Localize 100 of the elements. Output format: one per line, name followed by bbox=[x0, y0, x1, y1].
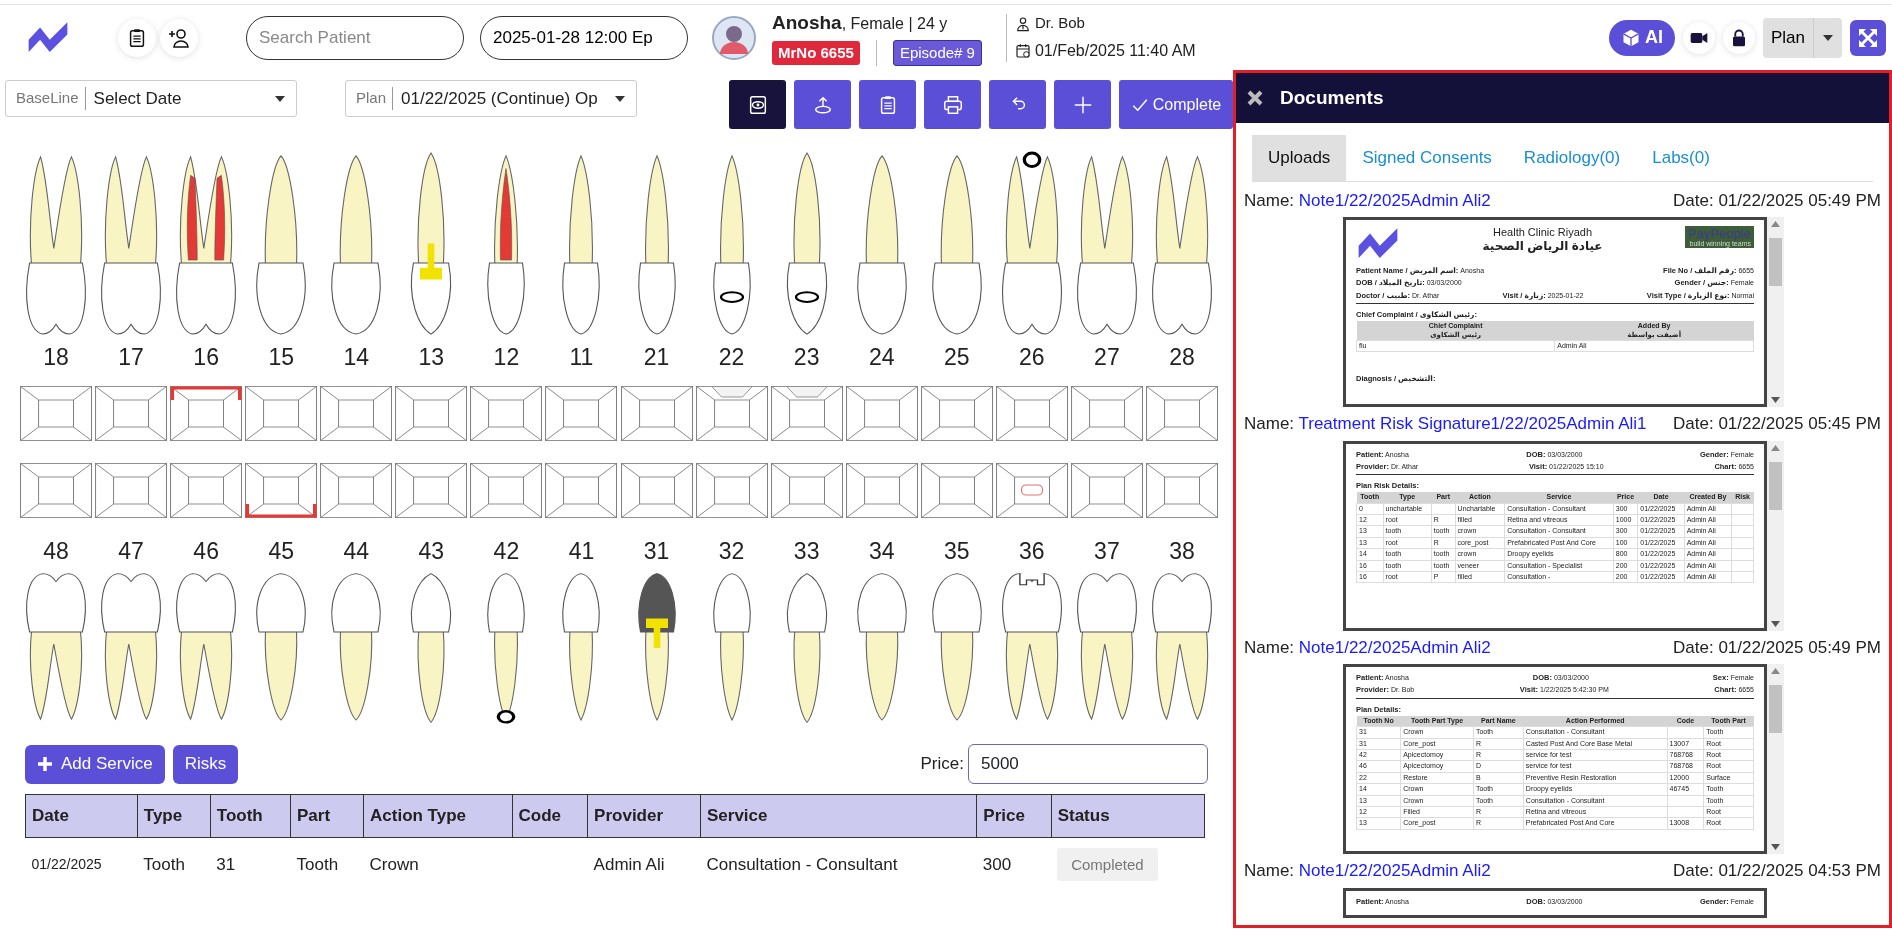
tooth-surface-diagram[interactable] bbox=[395, 463, 468, 518]
tooth-surface-diagram[interactable] bbox=[20, 463, 93, 518]
clinic-name: Health Clinic Riyadh bbox=[1492, 226, 1594, 240]
scrollbar[interactable] bbox=[1767, 440, 1784, 631]
tooth-surface-diagram[interactable] bbox=[170, 386, 243, 441]
tooth-number: 41 bbox=[567, 537, 596, 566]
risks-button[interactable]: Risks bbox=[172, 744, 239, 784]
tab[interactable]: Radiology(0) bbox=[1507, 135, 1637, 181]
scrollbar-thumb[interactable] bbox=[1769, 461, 1782, 510]
name-label: Name: bbox=[1244, 414, 1295, 433]
complete-button[interactable]: Complete bbox=[1119, 80, 1233, 129]
tooth-number: 33 bbox=[792, 537, 821, 566]
caret-icon bbox=[1822, 34, 1834, 43]
tooth-surface-diagram[interactable] bbox=[995, 463, 1068, 518]
clinic-name-arabic: عيادة الرياض الصحية bbox=[1482, 239, 1603, 254]
tooth-surface-diagram[interactable] bbox=[95, 386, 168, 441]
add-service-button[interactable]: Add Service bbox=[25, 744, 165, 784]
tooth-surface-diagram[interactable] bbox=[695, 463, 768, 518]
tooth-number: 28 bbox=[1168, 343, 1196, 372]
tooth-surface-diagram[interactable] bbox=[20, 386, 93, 441]
tab[interactable]: Signed Consents bbox=[1346, 135, 1508, 181]
tooth-surface-diagram[interactable] bbox=[470, 386, 543, 441]
patient-details: , Female | 24 y bbox=[841, 15, 948, 32]
panel-title: Documents bbox=[1280, 85, 1384, 110]
scroll-up-icon bbox=[1771, 444, 1780, 451]
name-label: Name: bbox=[1244, 190, 1295, 210]
tooth-surface-diagram[interactable] bbox=[545, 386, 618, 441]
tooth-surface-diagram[interactable] bbox=[245, 463, 318, 518]
tooth-number: 25 bbox=[943, 343, 971, 372]
upload-button[interactable] bbox=[794, 80, 851, 129]
visit-datetime: 01/Feb/2025 11:40 AM bbox=[1034, 40, 1196, 61]
document-date: Date: 01/22/2025 05:49 PM bbox=[1673, 636, 1881, 659]
eye-button[interactable] bbox=[729, 80, 786, 129]
tooth-surface-diagram[interactable] bbox=[695, 386, 768, 441]
tab[interactable]: Labs(0) bbox=[1636, 135, 1726, 181]
table-cell: Admin Ali bbox=[593, 854, 665, 874]
lock-icon[interactable] bbox=[1730, 28, 1747, 47]
doctor-icon bbox=[1014, 15, 1031, 32]
tooth-surface-diagram[interactable] bbox=[1070, 463, 1143, 518]
status-label: Completed bbox=[1057, 847, 1158, 881]
tooth-surface-diagram[interactable] bbox=[395, 386, 468, 441]
tooth-surface-diagram[interactable] bbox=[620, 463, 693, 518]
plus-icon bbox=[37, 756, 53, 772]
column-header: Date bbox=[25, 794, 138, 837]
episode-date-field[interactable]: 2025-01-28 12:00 Ep bbox=[480, 15, 688, 60]
scrollbar-thumb[interactable] bbox=[1769, 685, 1782, 733]
tooth-surface-diagram[interactable] bbox=[920, 463, 993, 518]
tooth-surface-diagram[interactable] bbox=[995, 386, 1068, 441]
date-select[interactable]: BaseLine Select Date bbox=[5, 80, 297, 117]
plan-button[interactable]: Plan bbox=[1762, 17, 1813, 58]
tooth-surface-diagram[interactable] bbox=[920, 386, 993, 441]
search-field[interactable]: Search Patient bbox=[246, 15, 464, 60]
tooth-surface-diagram[interactable] bbox=[845, 386, 918, 441]
tooth-surface-diagram[interactable] bbox=[1070, 386, 1143, 441]
document-link[interactable]: Note1/22/2025Admin Ali2 bbox=[1298, 861, 1491, 880]
tooth-surface-diagram[interactable] bbox=[545, 463, 618, 518]
document-link[interactable]: Note1/22/2025Admin Ali2 bbox=[1298, 637, 1491, 657]
column-header: Part bbox=[290, 794, 364, 837]
tooth-number: 22 bbox=[717, 343, 746, 372]
document-link[interactable]: Note1/22/2025Admin Ali2 bbox=[1298, 190, 1491, 210]
calendar-icon bbox=[1014, 42, 1031, 59]
tooth-number: 32 bbox=[717, 537, 746, 566]
ai-button[interactable]: AI bbox=[1608, 19, 1675, 56]
tooth-number: 31 bbox=[642, 537, 671, 566]
tooth-surface-diagram[interactable] bbox=[770, 386, 843, 441]
close-icon[interactable] bbox=[1246, 89, 1264, 107]
tooth-number: 36 bbox=[1018, 537, 1046, 566]
tooth-number: 42 bbox=[492, 537, 521, 566]
document-link[interactable]: Treatment Risk Signature1/22/2025Admin Ali1 bbox=[1298, 414, 1647, 433]
tooth-surface-diagram[interactable] bbox=[320, 463, 393, 518]
tooth-number: 21 bbox=[642, 343, 671, 372]
tooth-surface-diagram[interactable] bbox=[620, 386, 693, 441]
scrollbar[interactable] bbox=[1767, 664, 1784, 854]
price-field[interactable]: 5000 bbox=[968, 744, 1208, 784]
scrollbar-thumb[interactable] bbox=[1769, 238, 1782, 286]
scroll-down-icon bbox=[1771, 397, 1780, 403]
scrollbar[interactable] bbox=[1767, 217, 1784, 407]
tooth-number: 11 bbox=[568, 343, 595, 372]
tooth-surface-diagram[interactable] bbox=[170, 463, 243, 518]
clipboard-button[interactable] bbox=[859, 80, 916, 129]
fullscreen-button[interactable] bbox=[1850, 19, 1886, 56]
tooth-number: 43 bbox=[417, 537, 446, 566]
tooth-surface-diagram[interactable] bbox=[95, 463, 168, 518]
column-header: Action Type bbox=[363, 794, 512, 837]
tooth-surface-diagram[interactable] bbox=[245, 386, 318, 441]
tooth-surface-diagram[interactable] bbox=[470, 463, 543, 518]
print-button[interactable] bbox=[924, 80, 981, 129]
dropdown-button[interactable] bbox=[1813, 17, 1842, 58]
tab[interactable]: Uploads bbox=[1252, 135, 1347, 181]
tooth-surface-diagram[interactable] bbox=[1145, 386, 1218, 441]
tooth-surface-diagram[interactable] bbox=[845, 463, 918, 518]
tooth-surface-diagram[interactable] bbox=[1145, 463, 1218, 518]
tooth-surface-diagram[interactable] bbox=[320, 386, 393, 441]
tooth-surface-diagram[interactable] bbox=[770, 463, 843, 518]
column-header: Tooth bbox=[210, 794, 291, 837]
table-cell: 300 bbox=[982, 854, 1012, 874]
undo-button[interactable] bbox=[989, 80, 1046, 129]
table-cell: Consultation - Consultant bbox=[706, 854, 898, 874]
date-select[interactable]: Plan 01/22/2025 (Continue) Op bbox=[345, 80, 637, 117]
plus-button[interactable] bbox=[1054, 80, 1111, 129]
